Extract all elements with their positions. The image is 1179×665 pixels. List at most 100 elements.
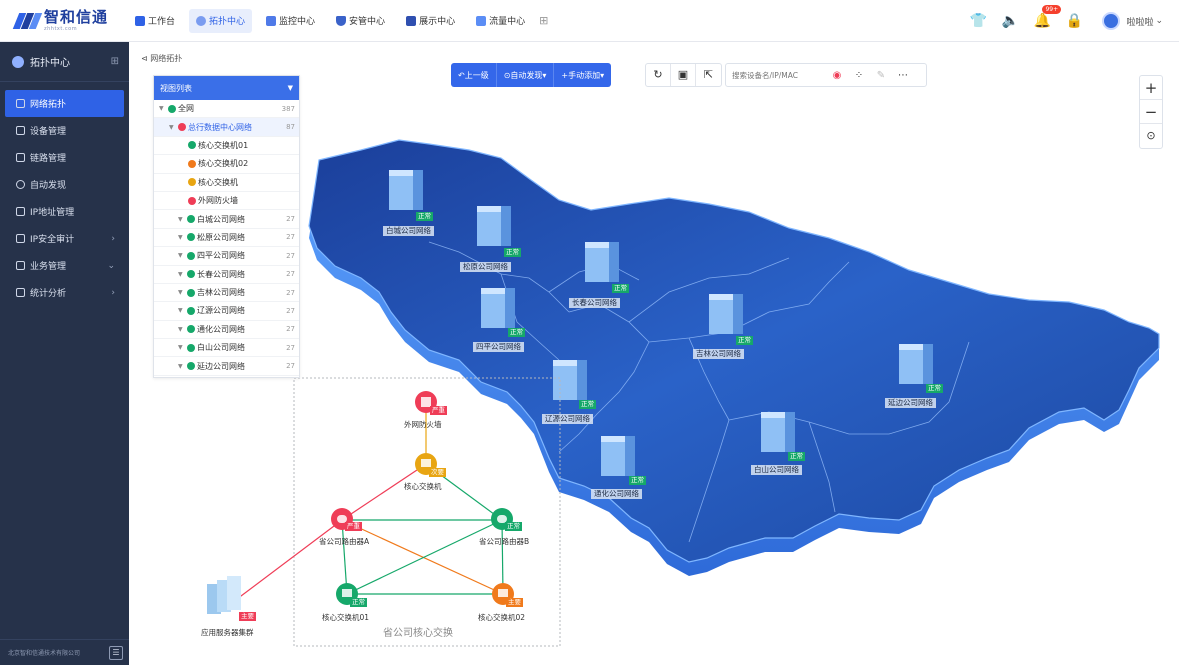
sidebar-title: 拓扑中心 (30, 58, 70, 69)
nav-traffic-center[interactable]: 流量中心 (469, 9, 532, 33)
top-bar: 智和信通 zhhtxt.com 工作台 拓扑中心 监控中心 安管中心 展示中心 … (0, 0, 1179, 42)
view-list-header[interactable]: 视图列表 ▼ (154, 76, 299, 100)
save-icon[interactable]: ▣ (671, 64, 696, 86)
search-bar: ◉ ⁘ ✎ ⋯ (725, 63, 927, 87)
node-label-firewall[interactable]: 外网防火墙 (404, 419, 442, 430)
logo-icon (12, 11, 43, 31)
sidebar-item-ip-audit[interactable]: IP安全审计 › (0, 225, 129, 252)
tree-item[interactable]: ▼ 白城公司网络 27 (154, 210, 299, 229)
tree-item[interactable]: ▼ 通化公司网络 27 (154, 321, 299, 340)
refresh-icon[interactable]: ↻ (646, 64, 671, 86)
chevron-down-icon[interactable]: ⌄ (1155, 16, 1163, 26)
site-label-baishan[interactable]: 白山公司网络 (751, 465, 802, 475)
tree-item[interactable]: ▼ 四平公司网络 27 (154, 247, 299, 266)
tree-item[interactable]: ▼ 白山公司网络 27 (154, 339, 299, 358)
status-badge: 主要 (239, 612, 256, 621)
sidebar-item-auto-discover[interactable]: 自动发现 (0, 171, 129, 198)
tree-item[interactable]: ▼ 全网 387 (154, 100, 299, 119)
building-icon (601, 436, 635, 476)
tree-item-selected[interactable]: ▼ 总行数据中心网络 87 (154, 118, 299, 137)
tree-item[interactable]: 核心交换机02 (154, 155, 299, 174)
site-label-changchun[interactable]: 长春公司网络 (569, 298, 620, 308)
grid-menu-icon[interactable]: ⊞ (539, 14, 548, 27)
zoom-out-button[interactable]: − (1140, 100, 1162, 124)
network-status-icon (187, 306, 195, 315)
menu-toggle-icon[interactable]: ☰ (109, 646, 123, 660)
avatar[interactable] (1102, 12, 1121, 30)
site-label-baicheng[interactable]: 白城公司网络 (383, 226, 434, 236)
zoom-reset-icon[interactable]: ⊙ (1140, 124, 1162, 148)
auto-discover-button[interactable]: ⊙ 自动发现 ▾ (497, 63, 555, 87)
nav-topology-center[interactable]: 拓扑中心 (189, 8, 253, 33)
manual-add-button[interactable]: + 手动添加 ▾ (554, 63, 611, 87)
sidebar-item-device-management[interactable]: 设备管理 (0, 117, 129, 144)
tree-item[interactable]: ▼ 延边公司网络 27 (154, 357, 299, 376)
node-label-router-b[interactable]: 省公司路由器B (479, 536, 529, 547)
caret-down-icon: ▾ (600, 70, 605, 80)
sidebar-item-ip-management[interactable]: IP地址管理 (0, 198, 129, 225)
nav-monitor-center[interactable]: 监控中心 (259, 9, 322, 33)
logo[interactable]: 智和信通 zhhtxt.com (0, 9, 118, 32)
status-badge: 主要 (506, 598, 523, 607)
tree-item[interactable]: 外网防火墙 (154, 192, 299, 211)
discover-icon (16, 180, 25, 189)
business-icon (16, 261, 25, 270)
username[interactable]: 啦啦啦 (1126, 15, 1153, 28)
bell-icon[interactable]: 🔔 99+ (1030, 5, 1062, 29)
lock-icon[interactable]: 🔒 (1062, 13, 1086, 29)
building-icon (553, 360, 587, 400)
node-label-core-switch[interactable]: 核心交换机 (404, 481, 442, 492)
caret-icon: ▼ (159, 105, 164, 113)
tree-item[interactable]: ▼ 吉林公司网络 27 (154, 284, 299, 303)
company-name: 北京智和信通技术有限公司 (8, 650, 81, 657)
building-icon (389, 170, 423, 210)
caret-icon: ▼ (178, 289, 183, 297)
back-button[interactable]: ↶ 上一级 (451, 63, 497, 87)
sidebar-item-business-management[interactable]: 业务管理 ⌄ (0, 252, 129, 279)
collapse-icon[interactable]: ⊞ (111, 56, 119, 67)
nav-workbench[interactable]: 工作台 (128, 9, 182, 33)
sound-icon[interactable]: 🔈 (998, 13, 1022, 29)
topology-icon (12, 55, 24, 68)
sidebar-item-network-topology[interactable]: 网络拓扑 (5, 90, 124, 117)
theme-shirt-icon[interactable]: 👕 (966, 13, 990, 29)
node-label-core-switch-02[interactable]: 核心交换机02 (478, 612, 525, 623)
sidebar-item-statistics[interactable]: 统计分析 › (0, 279, 129, 306)
sidebar-item-link-management[interactable]: 链路管理 (0, 144, 129, 171)
home-icon (135, 15, 145, 26)
node-label-server-cluster[interactable]: 应用服务器集群 (201, 627, 254, 638)
tree-item[interactable]: ▼ 松原公司网络 27 (154, 229, 299, 248)
traffic-icon (476, 15, 487, 26)
site-label-jilin[interactable]: 吉林公司网络 (693, 349, 744, 359)
tree-item[interactable]: ▼ 长春公司网络 27 (154, 266, 299, 284)
site-label-songyuan[interactable]: 松原公司网络 (460, 262, 511, 272)
site-label-tonghua[interactable]: 通化公司网络 (591, 489, 642, 499)
network-status-icon (187, 325, 195, 334)
site-label-siping[interactable]: 四平公司网络 (473, 342, 524, 352)
zoom-in-button[interactable]: + (1140, 76, 1162, 100)
nav-security-center[interactable]: 安管中心 (329, 9, 392, 33)
search-input[interactable] (726, 70, 826, 80)
tree-item[interactable]: ▼ 辽源公司网络 27 (154, 302, 299, 321)
nav-display-center[interactable]: 展示中心 (399, 9, 462, 33)
device-icon (16, 126, 25, 135)
node-label-router-a[interactable]: 省公司路由器A (319, 536, 369, 547)
locate-icon[interactable]: ◉ (826, 70, 848, 81)
chevron-down-icon: ⌄ (107, 260, 115, 271)
caret-icon: ▼ (178, 307, 183, 315)
toolbar-actions: ↶ 上一级 ⊙ 自动发现 ▾ + 手动添加 ▾ (451, 63, 612, 87)
ip-icon (16, 207, 25, 216)
tree-item[interactable]: 核心交换机 (154, 174, 299, 192)
node-label-core-switch-01[interactable]: 核心交换机01 (322, 612, 369, 623)
tree-item[interactable]: 核心交换机01 (154, 137, 299, 156)
more-icon[interactable]: ⋯ (892, 70, 914, 81)
layout-icon[interactable]: ⁘ (848, 70, 870, 81)
topology-icon: ⊲ (141, 54, 151, 63)
caret-icon: ▼ (178, 215, 183, 223)
edit-icon[interactable]: ✎ (870, 70, 892, 81)
site-label-liaoyuan[interactable]: 辽源公司网络 (542, 414, 593, 424)
sidebar: 拓扑中心 ⊞ 网络拓扑 设备管理 链路管理 自动发现 IP地址管理 IP安全审计… (0, 42, 129, 665)
back-icon: ↶ (458, 70, 465, 80)
site-label-yanbian[interactable]: 延边公司网络 (885, 398, 936, 408)
export-icon[interactable]: ⇱ (696, 64, 721, 86)
